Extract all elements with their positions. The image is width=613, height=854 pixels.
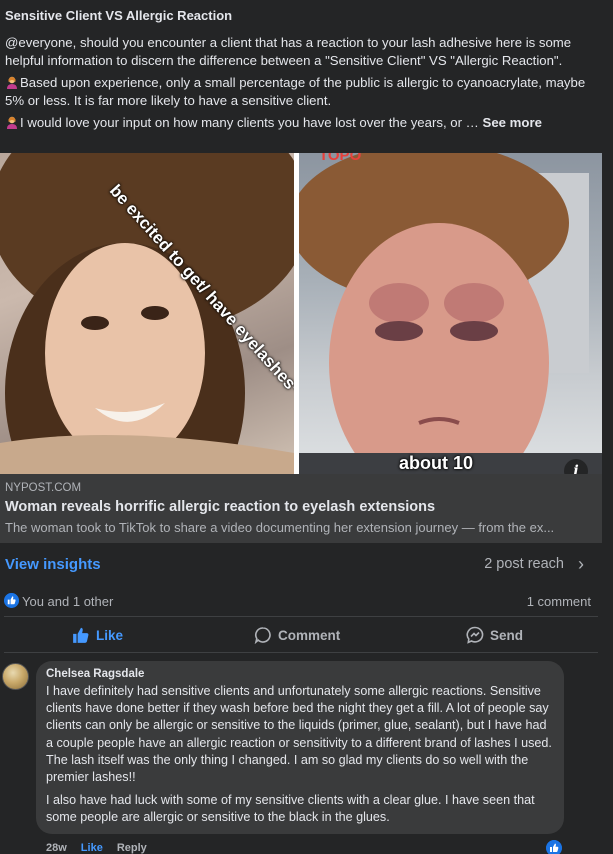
post-paragraph-3-text: I would love your input on how many clie… [20,115,479,130]
post-reach-count[interactable]: 2 post reach [484,556,564,572]
thumbs-up-icon [73,627,89,643]
messenger-icon [466,626,484,644]
like-badge-icon [546,840,562,854]
comment-like-button[interactable]: Like [81,842,103,854]
comment-author[interactable]: Chelsea Ragsdale [46,668,554,680]
photo-after-top-text: TOPO [319,153,362,164]
post-paragraph-3: I would love your input on how many clie… [5,114,605,132]
divider [4,652,598,653]
comment-paragraph-2: I also have had luck with some of my sen… [46,793,535,825]
person-tipping-hand-emoji [7,76,17,89]
view-insights-link[interactable]: View insights [5,556,101,573]
send-button-label: Send [490,627,524,643]
link-preview-image[interactable]: be excited to get/ have eyelashes* TOPO … [0,153,602,474]
link-domain: NYPOST.COM [5,482,82,494]
comment-button[interactable]: Comment [254,626,340,644]
link-description: The woman took to TikTok to share a vide… [5,520,555,535]
photo-after-illustration [299,153,602,474]
send-button[interactable]: Send [466,626,523,644]
see-more-link[interactable]: See more [483,115,542,130]
comment: Chelsea Ragsdale I have definitely had s… [0,658,613,854]
chevron-right-icon[interactable]: › [578,554,584,575]
comment-bubble: Chelsea Ragsdale I have definitely had s… [36,661,564,834]
insights-row: View insights 2 post reach › [0,548,602,582]
link-title[interactable]: Woman reveals horrific allergic reaction… [5,499,435,515]
avatar[interactable] [2,663,29,690]
photo-after-caption: about 10 [399,453,474,473]
comment-text: I have definitely had sensitive clients … [46,683,554,827]
link-preview-card[interactable]: be excited to get/ have eyelashes* TOPO … [0,153,602,543]
post-paragraph-2: Based upon experience, only a small perc… [5,74,605,109]
post-actions: Like Comment Send [0,620,602,650]
person-tipping-hand-emoji [7,116,17,129]
comment-meta: 28w Like Reply [46,842,147,854]
post-body: @everyone, should you encounter a client… [5,34,605,137]
comment-icon [254,627,271,644]
photo-after: TOPO about 10 [299,153,602,474]
comment-reply-button[interactable]: Reply [117,842,147,854]
photo-before: be excited to get/ have eyelashes* [0,153,294,474]
comment-paragraph-1: I have definitely had sensitive clients … [46,684,552,785]
reactions-text[interactable]: You and 1 other [22,594,113,609]
photo-before-illustration [0,153,294,474]
like-badge-icon [4,593,19,608]
comment-time[interactable]: 28w [46,842,67,854]
comment-count[interactable]: 1 comment [527,594,591,609]
post-title: Sensitive Client VS Allergic Reaction [5,8,233,23]
post-paragraph-2-text: Based upon experience, only a small perc… [5,75,586,108]
reactions-summary: You and 1 other 1 comment [0,590,602,614]
like-button-label: Like [96,627,124,643]
post-paragraph-1: @everyone, should you encounter a client… [5,35,572,68]
comment-button-label: Comment [278,627,341,643]
like-button[interactable]: Like [72,626,123,644]
divider [4,616,598,617]
